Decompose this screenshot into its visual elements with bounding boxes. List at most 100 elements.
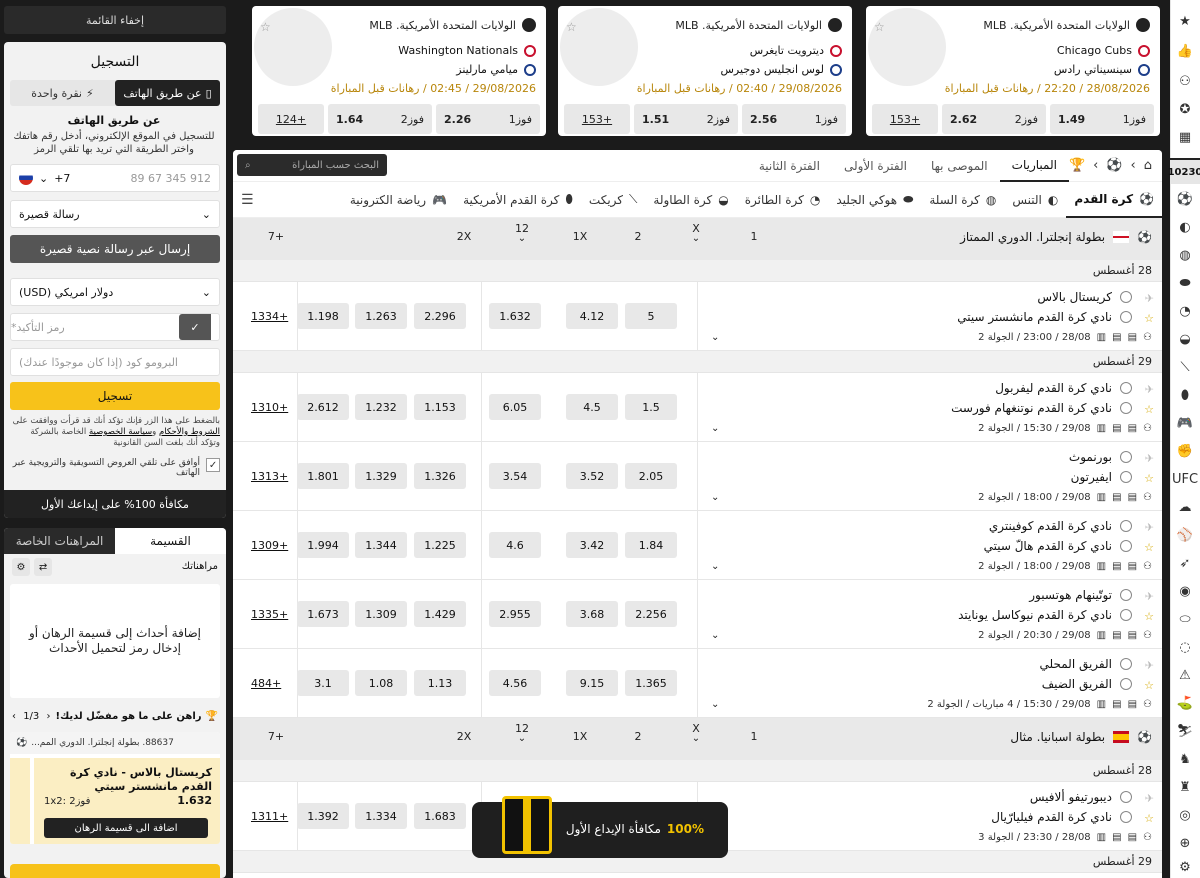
odd-button[interactable]: 1.683 [414,803,466,829]
share-icon[interactable]: ⇄ [34,558,52,576]
odd-button[interactable]: 1.13 [414,670,466,696]
people-icon[interactable]: ⚇ [1143,832,1152,843]
chevron-down-icon[interactable]: ⌄ [711,423,719,434]
lineup-icon[interactable]: ▤ [1128,630,1137,641]
currency-select[interactable]: ⌄ دولار امريكي (USD) [10,278,220,306]
league-header[interactable]: ⚽ بطولة إنجلترا. الدوري الممتاز 1 X ⌄ 2 1X 12 ⌄ 2… [233,218,1162,260]
people-icon[interactable]: ⚇ [1143,423,1152,434]
pin-icon[interactable]: ✈ [1145,659,1154,672]
stats-icon[interactable]: ▤ [1112,423,1121,434]
chip-icon[interactable]: ◉ [1174,580,1196,602]
favorite-star-icon[interactable]: ☆ [260,20,271,34]
sport-tab[interactable]: ◒ كرة الطاولة [645,182,736,218]
bar-chart-icon[interactable]: ▥ [1097,699,1106,710]
favorite-star-icon[interactable]: ☆ [1144,812,1154,825]
horse-icon[interactable]: ♞ [1174,748,1196,770]
esports-icon[interactable]: 🎮 [1174,412,1196,434]
method-select[interactable]: ⌄ رسالة قصيرة [10,200,220,228]
marketing-consent[interactable]: ✓ أوافق على تلقي العروض التسويقية والترو… [10,458,220,478]
country-code-select[interactable]: +7 ⌄ [19,171,70,185]
american-football-icon[interactable]: ⬮ [1174,384,1196,406]
chevron-left-icon[interactable]: ‹ [46,711,50,722]
bar-chart-icon[interactable]: ▥ [1097,832,1106,843]
odd-button[interactable]: 3.68 [566,601,618,627]
ufc-icon[interactable]: UFC [1172,468,1198,490]
weather-icon[interactable]: ☁ [1174,496,1196,518]
league-header[interactable]: ⚽ بطولة اسبانيا. مثال 1 X ⌄ 2 1X 12 ⌄ 2X +7 [233,718,1162,760]
sport-tab[interactable]: ◐ التنس [1004,182,1066,218]
tennis-icon[interactable]: ◐ [1174,216,1196,238]
football-icon[interactable]: ⚽ [1174,188,1196,210]
odd-button[interactable]: 1.08 [355,670,407,696]
table-tennis-icon[interactable]: ◒ [1174,328,1196,350]
lineup-icon[interactable]: ▤ [1128,699,1137,710]
chevron-right-icon[interactable]: › [12,711,16,722]
odd-button[interactable]: 1.632 [489,303,541,329]
chevron-down-icon[interactable]: ⌄ [667,234,725,244]
odd-w2-button[interactable]: فوز2 1.64 [328,104,432,134]
chevron-down-icon[interactable]: ⌄ [711,561,719,572]
odd-button[interactable]: 1.84 [625,532,677,558]
odd-button[interactable]: 1.225 [414,532,466,558]
darts-icon[interactable]: ➶ [1174,552,1196,574]
tab-by-phone[interactable]: ▯ عن طريق الهاتف [115,80,220,106]
stats-icon[interactable]: ▤ [1112,561,1121,572]
send-sms-button[interactable]: إرسال عبر رسالة نصية قصيرة [10,235,220,263]
award-icon[interactable]: ✪ [1174,98,1196,120]
odd-button[interactable]: 2.955 [489,601,541,627]
odd-button[interactable]: 3.1 [297,670,349,696]
sport-tab[interactable]: ⚽ كرة القدم [1066,182,1162,218]
tab-matches[interactable]: المباريات [999,150,1069,182]
more-markets-link[interactable]: +1309 [251,539,288,552]
odd-button[interactable]: 1.344 [355,532,407,558]
stats-icon[interactable]: ▤ [1112,332,1121,343]
pin-icon[interactable]: ✈ [1145,383,1154,396]
more-markets-link[interactable]: +153 [872,104,938,134]
odd-button[interactable]: 5 [625,303,677,329]
odd-button[interactable]: 4.6 [489,532,541,558]
favorite-star-icon[interactable]: ☆ [1144,541,1154,554]
odd-button[interactable]: 4.12 [566,303,618,329]
golf-icon[interactable]: ⛳ [1174,692,1196,714]
stats-icon[interactable]: ▤ [1112,832,1121,843]
gear-icon[interactable]: ⚙ [12,558,30,576]
odd-button[interactable]: 2.05 [625,463,677,489]
favorite-star-icon[interactable]: ☆ [1144,679,1154,692]
more-markets-link[interactable]: +1334 [251,310,288,323]
odd-button[interactable]: 3.54 [489,463,541,489]
deposit-bonus-banner[interactable]: 100% مكافأة الإيداع الأول [472,796,728,858]
add-to-slip-button[interactable]: اضافة الى قسيمة الرهان [44,818,208,838]
more-markets-link[interactable]: +153 [564,104,630,134]
people-icon[interactable]: ⚇ [1143,699,1152,710]
chevron-down-icon[interactable]: › [1093,158,1098,173]
lineup-icon[interactable]: ▤ [1128,492,1137,503]
odd-button[interactable]: 3.42 [566,532,618,558]
favorite-star-icon[interactable]: ☆ [566,20,577,34]
tab-one-click[interactable]: ⚡ نقرة واحدة [10,80,115,106]
odd-button[interactable]: 1.334 [355,803,407,829]
sport-tab[interactable]: 🎮 رياضة الكترونية [342,182,455,218]
favorite-star-icon[interactable]: ☆ [1144,472,1154,485]
more-markets-link[interactable]: +1335 [251,608,288,621]
warning-icon[interactable]: ⚠ [1174,664,1196,686]
chevron-down-icon[interactable]: ⌄ [711,630,719,641]
odd-button[interactable]: 2.296 [414,303,466,329]
odd-w2-button[interactable]: فوز2 1.51 [634,104,738,134]
favorite-star-icon[interactable]: ☆ [1144,403,1154,416]
bike-icon[interactable]: ⚙ [1174,856,1196,878]
basketball-icon[interactable]: ◍ [1174,244,1196,266]
odd-button[interactable]: 3.52 [566,463,618,489]
baseball-icon[interactable]: ⚾ [1174,524,1196,546]
tab-private-bets[interactable]: المراهنات الخاصة [4,528,115,554]
odd-button[interactable]: 4.5 [566,394,618,420]
odd-button[interactable]: 1.994 [297,532,349,558]
slip-yellow-button[interactable] [10,864,220,878]
confirmation-code-field[interactable]: ✓ رمز التأكيد* [10,313,220,341]
odd-button[interactable]: 1.365 [625,670,677,696]
tab-recommended[interactable]: الموصى بها [919,150,1000,182]
odd-button[interactable]: 1.329 [355,463,407,489]
register-button[interactable]: تسجيل [10,382,220,410]
lineup-icon[interactable]: ▤ [1128,832,1137,843]
lineup-icon[interactable]: ▤ [1128,332,1137,343]
volleyball-icon[interactable]: ◔ [1174,300,1196,322]
